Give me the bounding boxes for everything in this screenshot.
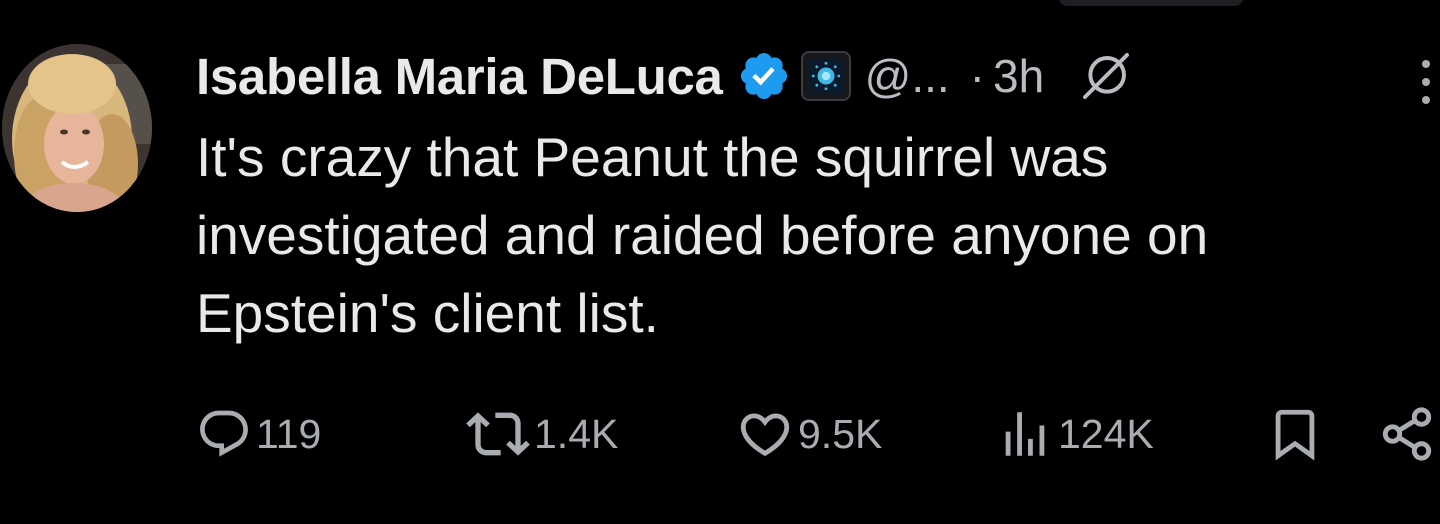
post-timestamp[interactable]: 3h: [993, 49, 1044, 103]
author-handle[interactable]: @...: [865, 49, 950, 103]
views-button[interactable]: 124K: [996, 396, 1154, 472]
repost-count: 1.4K: [534, 410, 619, 457]
affiliate-badge-icon[interactable]: [800, 51, 851, 101]
repost-button[interactable]: 1.4K: [466, 396, 618, 472]
grok-icon[interactable]: [1078, 48, 1134, 104]
share-button[interactable]: [1378, 396, 1436, 472]
post-header: Isabella Maria DeLuca @... · 3h: [196, 44, 1134, 108]
top-scroll-pill: [1058, 0, 1244, 6]
bookmark-button[interactable]: [1266, 396, 1324, 472]
reply-icon: [200, 410, 248, 457]
post-actions-bar: 119 1.4K 9.5K 124K: [196, 396, 1440, 472]
views-count: 124K: [1058, 410, 1154, 457]
separator-dot: ·: [969, 50, 985, 102]
avatar-photo: [2, 44, 152, 212]
avatar[interactable]: [2, 44, 152, 212]
reply-count: 119: [256, 410, 322, 457]
heart-icon: [740, 413, 790, 457]
author-display-name[interactable]: Isabella Maria DeLuca: [196, 47, 723, 106]
reply-button[interactable]: 119: [196, 396, 321, 472]
affiliate-logo-icon: [808, 59, 843, 93]
bookmark-icon: [1275, 409, 1315, 461]
more-vertical-icon[interactable]: [1412, 56, 1440, 110]
post-text: It's crazy that Peanut the squirrel was …: [196, 126, 1209, 344]
like-button[interactable]: 9.5K: [736, 396, 882, 472]
like-count: 9.5K: [798, 410, 883, 457]
views-chart-icon: [1005, 412, 1045, 456]
verified-badge-icon[interactable]: [737, 49, 791, 103]
repost-icon: [466, 412, 530, 456]
share-icon: [1382, 407, 1432, 461]
